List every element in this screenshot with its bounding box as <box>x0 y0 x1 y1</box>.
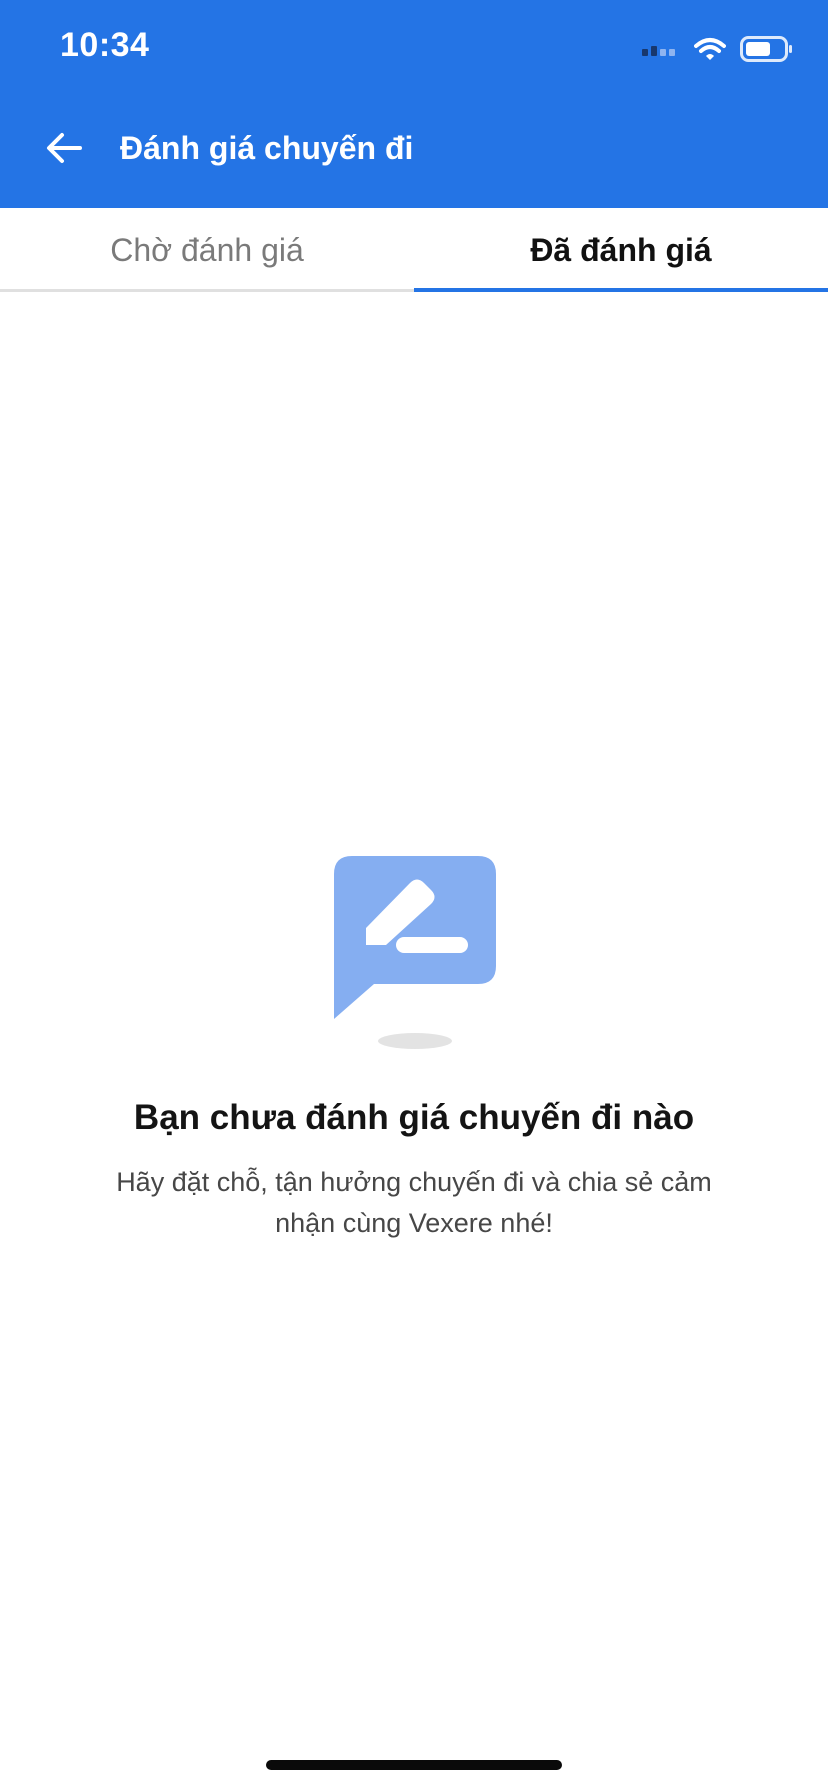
signal-icon <box>642 46 675 56</box>
tab-reviewed[interactable]: Đã đánh giá <box>414 208 828 292</box>
arrow-left-icon <box>47 133 82 163</box>
empty-state-title: Bạn chưa đánh giá chuyến đi nào <box>133 1098 695 1137</box>
battery-icon <box>740 36 792 62</box>
tab-pending-review[interactable]: Chờ đánh giá <box>0 208 414 292</box>
edit-comment-icon <box>334 856 496 1049</box>
back-button[interactable] <box>34 118 94 178</box>
wifi-icon <box>694 38 726 60</box>
status-time: 10:34 <box>60 26 150 64</box>
tab-label: Đã đánh giá <box>530 231 712 268</box>
tab-label: Chờ đánh giá <box>110 231 304 268</box>
empty-state-description: Hãy đặt chỗ, tận hưởng chuyến đi và chia… <box>116 1167 712 1238</box>
app-header: 10:34 Đánh giá chuyến đi <box>0 0 828 208</box>
tab-bar: Chờ đánh giá Đã đánh giá <box>0 208 828 292</box>
active-tab-indicator <box>414 288 828 292</box>
page-title: Đánh giá chuyến đi <box>120 130 414 166</box>
status-icons <box>642 34 794 64</box>
home-indicator <box>266 1760 562 1770</box>
